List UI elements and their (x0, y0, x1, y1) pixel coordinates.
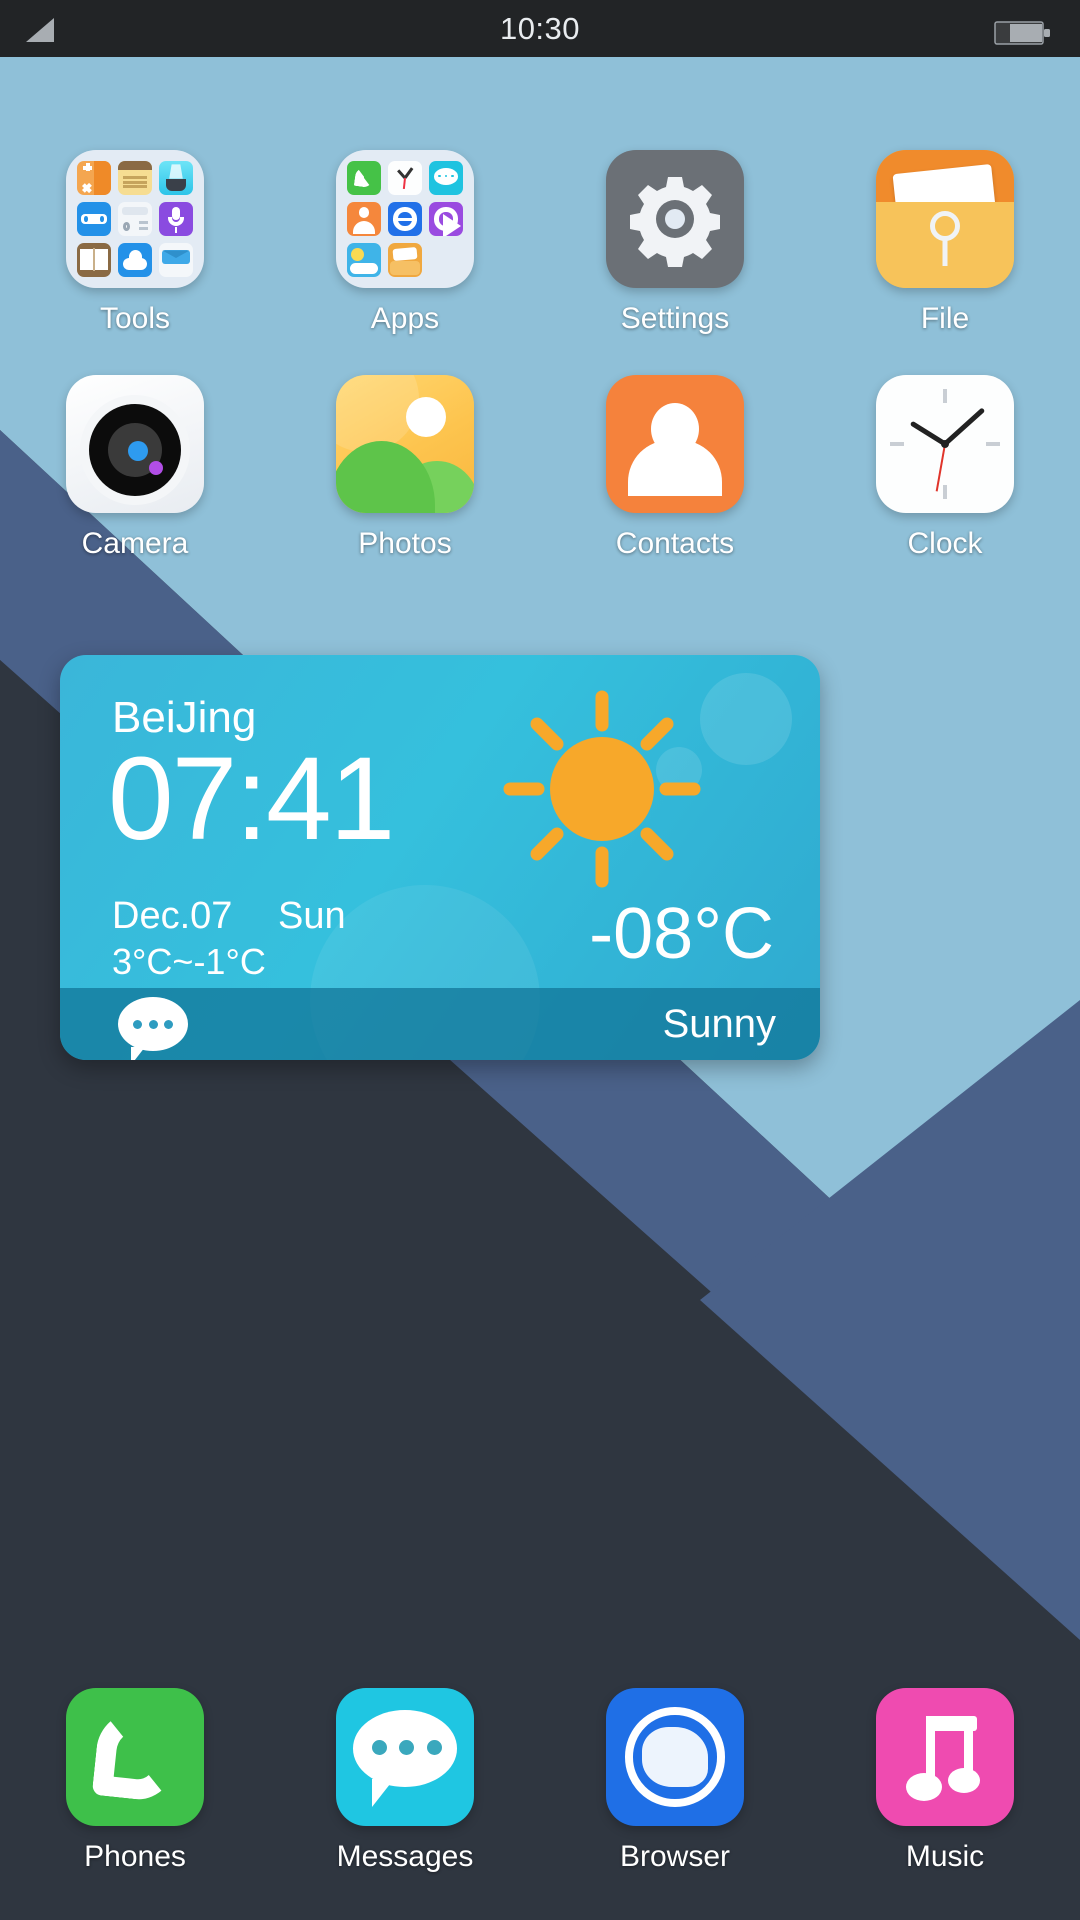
home-cell-clock[interactable]: Clock (810, 375, 1080, 561)
camera-lens-flare-purple (148, 460, 163, 475)
widget-temp-range: 3°C~-1°C (112, 941, 266, 982)
home-grid-row-1: Tools Apps Settings File (0, 150, 1080, 336)
apps-folder-icon[interactable] (336, 150, 474, 288)
dock: Phones Messages Browser Music (0, 1688, 1080, 1874)
status-bar: 10:30 (0, 0, 1080, 57)
home-label-apps: Apps (370, 302, 440, 335)
mini-tools-icon (77, 202, 111, 236)
home-label-photos: Photos (358, 527, 452, 560)
settings-icon[interactable] (606, 150, 744, 288)
mini-phone-icon (347, 161, 381, 195)
signal-icon (26, 18, 54, 42)
message-bubble-icon[interactable] (118, 997, 188, 1060)
home-label-tools: Tools (99, 302, 171, 335)
phone-icon[interactable] (66, 1688, 204, 1826)
dock-item-messages[interactable]: Messages (270, 1688, 540, 1874)
home-cell-file[interactable]: File (810, 150, 1080, 336)
widget-date: Dec.07 (112, 895, 233, 937)
dock-item-music[interactable]: Music (810, 1688, 1080, 1874)
mini-mail-icon (159, 243, 193, 277)
mini-cloud-icon (118, 243, 152, 277)
camera-icon[interactable] (66, 375, 204, 513)
dock-label-messages: Messages (336, 1840, 474, 1873)
home-label-file: File (920, 302, 970, 335)
clock-tick-3 (986, 442, 1000, 446)
mini-video-icon (429, 202, 463, 236)
mini-notes-icon (118, 161, 152, 195)
mini-book-icon (77, 243, 111, 277)
home-cell-apps[interactable]: Apps (270, 150, 540, 336)
contacts-body (628, 440, 722, 497)
clock-minute-hand (943, 407, 986, 446)
home-label-contacts: Contacts (615, 527, 735, 560)
widget-bottom-bar: Sunny (60, 988, 820, 1060)
tools-folder-icon[interactable] (66, 150, 204, 288)
mini-messages-icon (429, 161, 463, 195)
mini-recorder-icon (118, 202, 152, 236)
home-label-camera: Camera (81, 527, 189, 560)
dock-label-phones: Phones (84, 1840, 186, 1873)
battery-icon (994, 21, 1050, 45)
photos-sun (406, 397, 447, 438)
widget-weekday: Sun (278, 895, 346, 937)
widget-bokeh-1 (700, 673, 792, 765)
status-bar-clock: 10:30 (499, 10, 581, 46)
clock-tick-9 (890, 442, 904, 446)
widget-time: 07:41 (108, 733, 395, 865)
mini-empty-slot (429, 243, 463, 277)
home-cell-tools[interactable]: Tools (0, 150, 270, 336)
photos-icon[interactable] (336, 375, 474, 513)
dock-item-browser[interactable]: Browser (540, 1688, 810, 1874)
clock-icon[interactable] (876, 375, 1014, 513)
gear-icon (630, 177, 720, 267)
widget-temperature: -08°C (589, 894, 774, 974)
dock-label-browser: Browser (619, 1840, 731, 1873)
file-pin-line (942, 235, 948, 266)
home-cell-contacts[interactable]: Contacts (540, 375, 810, 561)
clock-tick-12 (943, 389, 947, 403)
mini-flashlight-icon (159, 161, 193, 195)
photos-mountain-front (336, 441, 436, 513)
mini-browser-icon (388, 202, 422, 236)
mini-clock-icon (388, 161, 422, 195)
mini-calculator-icon (77, 161, 111, 195)
browser-icon[interactable] (606, 1688, 744, 1826)
dock-item-phones[interactable]: Phones (0, 1688, 270, 1874)
music-icon[interactable] (876, 1688, 1014, 1826)
mini-file-icon (388, 243, 422, 277)
message-icon[interactable] (336, 1688, 474, 1826)
dock-label-music: Music (905, 1840, 985, 1873)
contacts-icon[interactable] (606, 375, 744, 513)
home-label-clock: Clock (907, 527, 983, 560)
mini-contacts-icon (347, 202, 381, 236)
sun-icon (503, 690, 701, 888)
home-cell-settings[interactable]: Settings (540, 150, 810, 336)
home-cell-camera[interactable]: Camera (0, 375, 270, 561)
weather-clock-widget[interactable]: BeiJing 07:41 Dec.07 Sun 3°C~-1°C -08°C … (60, 655, 820, 1060)
home-grid-row-2: Camera Photos Contacts Clock (0, 375, 1080, 561)
clock-tick-6 (943, 485, 947, 499)
home-cell-photos[interactable]: Photos (270, 375, 540, 561)
mini-microphone-icon (159, 202, 193, 236)
mini-weather-icon (347, 243, 381, 277)
home-label-settings: Settings (620, 302, 730, 335)
file-icon[interactable] (876, 150, 1014, 288)
widget-condition: Sunny (662, 1001, 776, 1046)
clock-pivot (941, 440, 949, 448)
